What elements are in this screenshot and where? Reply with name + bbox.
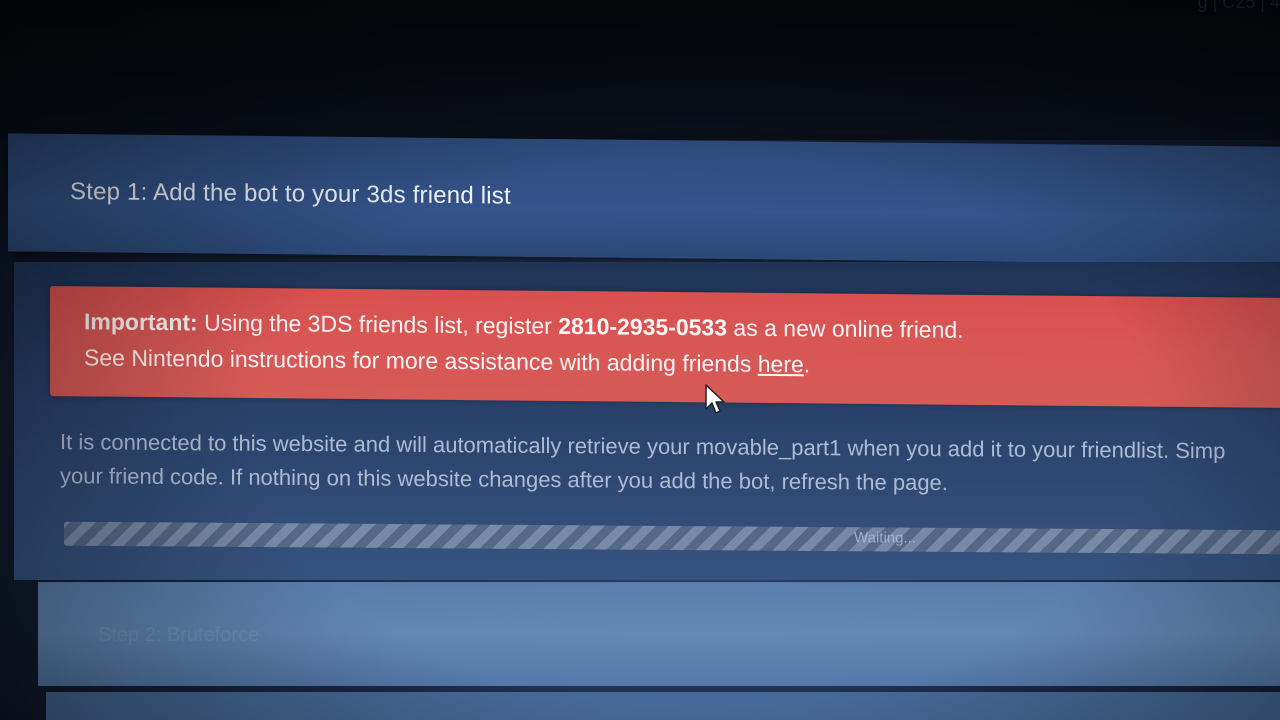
top-right-text: g | C25 | 4 [1197,0,1280,12]
alert-line-2: See Nintendo instructions for more assis… [84,344,810,378]
alert-text-1: Using the 3DS friends list, register [197,309,559,339]
alert-line-1: Important: Using the 3DS friends list, r… [84,308,964,343]
screen: g | C25 | 4 Step 1: Add the bot to your … [0,0,1280,720]
step2-card[interactable]: Step 2: Bruteforce [38,582,1280,686]
important-label: Important: [84,308,198,336]
top-dark-area: g | C25 | 4 [0,0,1280,140]
step2-title: Step 2: Bruteforce [98,624,260,646]
alert-text-3: See Nintendo instructions for more assis… [84,344,758,377]
alert-text-2: as a new online friend. [727,314,964,343]
nintendo-instructions-link[interactable]: here [758,351,804,377]
step1-title: Step 1: Add the bot to your 3ds friend l… [70,177,511,210]
progress-label: Waiting... [854,529,916,547]
step3-card [46,692,1280,720]
mouse-cursor-icon [705,384,725,414]
alert-text-4: . [803,351,811,378]
step1-card-header: Step 1: Add the bot to your 3ds friend l… [8,133,1280,265]
important-alert: Important: Using the 3DS friends list, r… [50,286,1280,408]
step1-description: It is connected to this website and will… [60,425,1280,503]
bot-friend-code: 2810-2935-0533 [558,312,728,341]
